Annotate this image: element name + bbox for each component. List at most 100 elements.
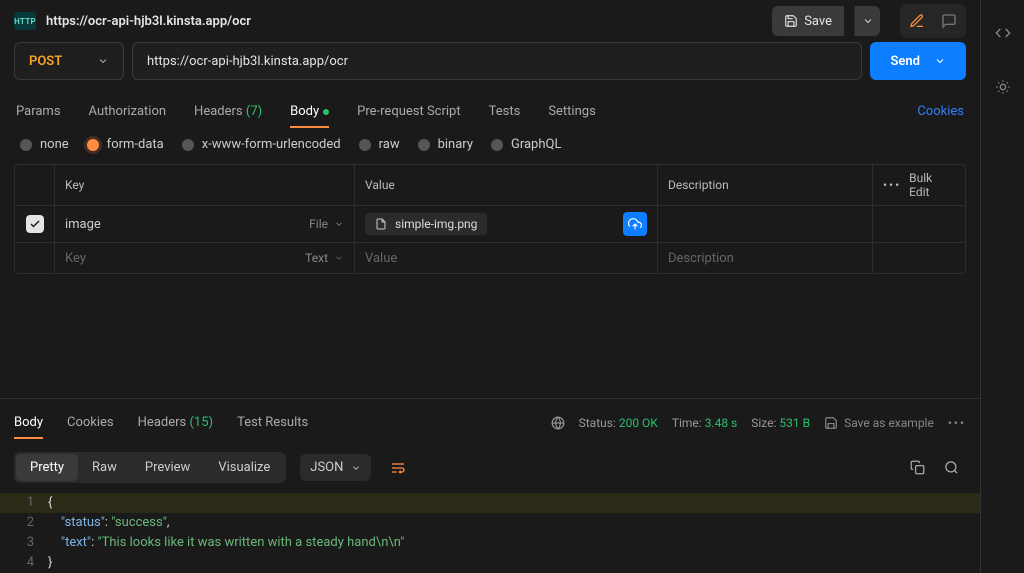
save-button[interactable]: Save bbox=[772, 6, 844, 36]
time-value: 3.48 s bbox=[705, 416, 738, 430]
body-type-form-data[interactable]: form-data bbox=[87, 137, 164, 152]
description-input-placeholder[interactable]: Description bbox=[658, 243, 873, 273]
form-data-grid: Key Value Description ••• Bulk Edit imag… bbox=[14, 164, 966, 274]
save-example-label: Save as example bbox=[844, 416, 934, 430]
edit-button[interactable] bbox=[902, 6, 932, 36]
http-method-badge: HTTP bbox=[14, 12, 36, 30]
response-tab-headers[interactable]: Headers (15) bbox=[138, 407, 213, 438]
value-cell[interactable]: simple-img.png bbox=[355, 206, 658, 242]
body-type-xwww-label: x-www-form-urlencoded bbox=[202, 137, 341, 152]
url-input-value: https://ocr-api-hjb3l.kinsta.app/ocr bbox=[147, 54, 348, 69]
file-name: simple-img.png bbox=[395, 217, 477, 231]
body-type-xwww[interactable]: x-www-form-urlencoded bbox=[182, 137, 341, 152]
tab-prerequest[interactable]: Pre-request Script bbox=[357, 96, 460, 127]
grid-actions[interactable]: ••• Bulk Edit bbox=[873, 165, 965, 205]
col-header-value: Value bbox=[355, 165, 658, 205]
search-icon bbox=[944, 460, 959, 475]
time-label: Time: 3.48 s bbox=[672, 416, 737, 430]
key-type-select[interactable]: Text bbox=[305, 251, 344, 265]
tab-headers[interactable]: Headers (7) bbox=[194, 96, 262, 127]
response-tab-test-results[interactable]: Test Results bbox=[237, 407, 308, 438]
tab-params[interactable]: Params bbox=[16, 96, 61, 127]
col-header-key: Key bbox=[55, 165, 355, 205]
tab-settings[interactable]: Settings bbox=[548, 96, 595, 127]
copy-icon bbox=[910, 460, 925, 475]
send-button[interactable]: Send bbox=[870, 42, 966, 80]
description-cell[interactable] bbox=[658, 206, 873, 242]
url-input[interactable]: https://ocr-api-hjb3l.kinsta.app/ocr bbox=[132, 42, 862, 80]
more-icon: ••• bbox=[883, 178, 901, 192]
save-label: Save bbox=[804, 14, 832, 29]
view-visualize[interactable]: Visualize bbox=[204, 454, 284, 481]
cookies-link[interactable]: Cookies bbox=[917, 104, 964, 119]
key-placeholder: Key bbox=[65, 251, 86, 266]
request-title: https://ocr-api-hjb3l.kinsta.app/ocr bbox=[46, 14, 251, 29]
response-tab-headers-label: Headers bbox=[138, 415, 187, 430]
response-tab-body[interactable]: Body bbox=[14, 407, 43, 438]
wrap-lines-button[interactable] bbox=[383, 453, 413, 483]
status-value: 200 OK bbox=[619, 416, 658, 430]
body-type-none[interactable]: none bbox=[20, 137, 69, 152]
key-value: image bbox=[65, 217, 101, 232]
col-header-description: Description bbox=[658, 165, 873, 205]
view-raw[interactable]: Raw bbox=[78, 454, 131, 481]
tab-tests[interactable]: Tests bbox=[489, 96, 521, 127]
response-headers-count: (15) bbox=[189, 415, 213, 430]
table-row: image File simple-img.png bbox=[15, 206, 965, 243]
copy-button[interactable] bbox=[902, 453, 932, 483]
comments-button[interactable] bbox=[934, 6, 964, 36]
globe-icon[interactable] bbox=[551, 416, 565, 430]
view-pretty[interactable]: Pretty bbox=[16, 454, 78, 481]
save-options-dropdown[interactable] bbox=[854, 6, 880, 36]
lightbulb-icon bbox=[995, 79, 1011, 95]
http-method-select[interactable]: POST bbox=[14, 42, 124, 80]
method-label: POST bbox=[29, 54, 62, 69]
response-lang-select[interactable]: JSON bbox=[300, 454, 371, 481]
body-type-graphql[interactable]: GraphQL bbox=[491, 137, 561, 152]
search-response-button[interactable] bbox=[936, 453, 966, 483]
key-type-select[interactable]: File bbox=[309, 217, 344, 231]
code-icon bbox=[995, 25, 1011, 41]
chevron-down-icon bbox=[334, 219, 344, 229]
save-as-example-button[interactable]: Save as example bbox=[824, 416, 934, 430]
save-icon bbox=[824, 416, 838, 430]
bulk-edit-link[interactable]: Bulk Edit bbox=[909, 171, 955, 199]
response-body[interactable]: 1{ 2 "status": "success", 3 "text": "Thi… bbox=[0, 489, 980, 573]
tab-headers-label: Headers bbox=[194, 104, 243, 119]
chevron-down-icon bbox=[97, 55, 109, 67]
size-label: Size: 531 B bbox=[751, 416, 810, 430]
key-cell[interactable]: image File bbox=[55, 206, 355, 242]
wrap-icon bbox=[390, 460, 406, 476]
lang-label: JSON bbox=[310, 460, 343, 475]
status-label: Status: 200 OK bbox=[579, 416, 658, 430]
file-chip[interactable]: simple-img.png bbox=[365, 213, 487, 235]
type-label: File bbox=[309, 217, 328, 231]
tab-body[interactable]: Body bbox=[290, 96, 329, 127]
chevron-down-icon bbox=[934, 55, 946, 67]
body-type-raw-label: raw bbox=[379, 137, 400, 152]
value-input-placeholder[interactable]: Value bbox=[355, 243, 658, 273]
body-type-binary[interactable]: binary bbox=[418, 137, 473, 152]
code-panel-button[interactable] bbox=[988, 18, 1018, 48]
ai-assistant-button[interactable] bbox=[988, 72, 1018, 102]
view-preview[interactable]: Preview bbox=[131, 454, 204, 481]
more-icon[interactable]: ••• bbox=[948, 416, 966, 430]
comment-icon bbox=[941, 13, 957, 29]
upload-cloud-button[interactable] bbox=[623, 212, 647, 236]
file-icon bbox=[375, 218, 387, 230]
response-tab-cookies[interactable]: Cookies bbox=[67, 407, 114, 438]
send-label: Send bbox=[890, 54, 920, 69]
code-line: } bbox=[48, 553, 980, 573]
table-row-empty: Key Text Value Description bbox=[15, 243, 965, 273]
tab-body-label: Body bbox=[290, 104, 319, 119]
body-type-raw[interactable]: raw bbox=[359, 137, 400, 152]
body-type-graphql-label: GraphQL bbox=[511, 137, 561, 152]
chevron-down-icon bbox=[351, 463, 361, 473]
key-input-placeholder[interactable]: Key Text bbox=[55, 243, 355, 273]
size-value: 531 B bbox=[779, 416, 810, 430]
chevron-down-icon bbox=[334, 253, 344, 263]
tab-authorization[interactable]: Authorization bbox=[89, 96, 167, 127]
body-type-none-label: none bbox=[40, 137, 69, 152]
check-icon bbox=[29, 218, 41, 230]
row-enable-checkbox[interactable] bbox=[26, 215, 44, 233]
